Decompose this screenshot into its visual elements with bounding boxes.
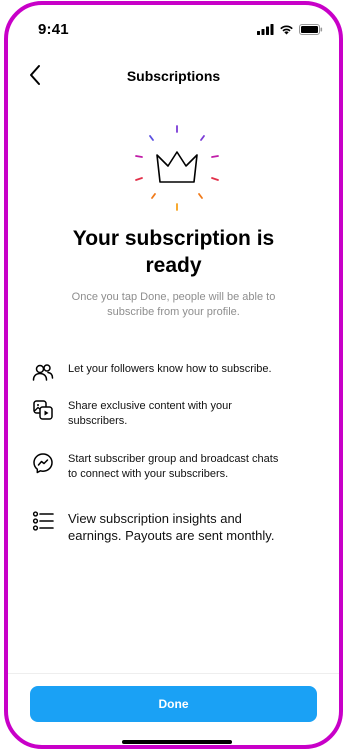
status-bar: 9:41 bbox=[8, 5, 339, 45]
phone-frame: 9:41 Subscriptions Your subscription is … bbox=[4, 1, 343, 749]
footer-divider bbox=[8, 673, 339, 674]
heading-line-2: ready bbox=[145, 254, 202, 277]
messenger-icon bbox=[33, 453, 53, 474]
feature-text: Let your followers know how to subscribe… bbox=[68, 362, 272, 377]
signal-icon bbox=[257, 24, 274, 35]
nav-header: Subscriptions bbox=[8, 55, 339, 95]
wifi-icon bbox=[280, 25, 293, 35]
feature-item-chats: Start subscriber group and broadcast cha… bbox=[32, 452, 319, 482]
feature-text: Start subscriber group and broadcast cha… bbox=[68, 452, 278, 482]
followers-icon bbox=[32, 364, 54, 381]
done-button[interactable]: Done bbox=[30, 686, 317, 722]
heading-line-1: Your subscription is bbox=[72, 227, 275, 250]
feature-line: subscribers. bbox=[68, 415, 128, 427]
exclusive-content-icon bbox=[33, 400, 53, 420]
feature-text: View subscription insights and earnings.… bbox=[68, 510, 274, 544]
status-icons bbox=[257, 24, 323, 35]
feature-item-insights: View subscription insights and earnings.… bbox=[32, 510, 319, 544]
feature-line: Let your followers know how to subscribe… bbox=[68, 363, 272, 375]
page-heading: Your subscription is ready bbox=[18, 225, 329, 279]
feature-line: Start subscriber group and broadcast cha… bbox=[68, 453, 279, 465]
feature-item-exclusive-content: Share exclusive content with your subscr… bbox=[32, 399, 319, 429]
feature-item-followers: Let your followers know how to subscribe… bbox=[32, 362, 319, 384]
battery-icon bbox=[299, 24, 323, 35]
crown-icon bbox=[122, 120, 232, 215]
feature-text: Share exclusive content with your subscr… bbox=[68, 399, 232, 429]
insights-list-icon bbox=[32, 511, 54, 531]
subtext-line-1: Once you tap Done, people will be able t… bbox=[71, 291, 276, 303]
feature-line: Share exclusive content with your bbox=[68, 400, 232, 412]
feature-line: to connect with your subscribers. bbox=[68, 468, 229, 480]
feature-line: earnings. Payouts are sent monthly. bbox=[68, 528, 275, 543]
feature-line: View subscription insights and bbox=[68, 511, 242, 526]
page-title: Subscriptions bbox=[126, 68, 221, 84]
home-indicator[interactable] bbox=[122, 740, 232, 744]
status-time: 9:41 bbox=[38, 21, 69, 38]
subtext-line-2: subscribe from your profile. bbox=[107, 306, 240, 318]
heading-subtext: Once you tap Done, people will be able t… bbox=[48, 290, 299, 320]
